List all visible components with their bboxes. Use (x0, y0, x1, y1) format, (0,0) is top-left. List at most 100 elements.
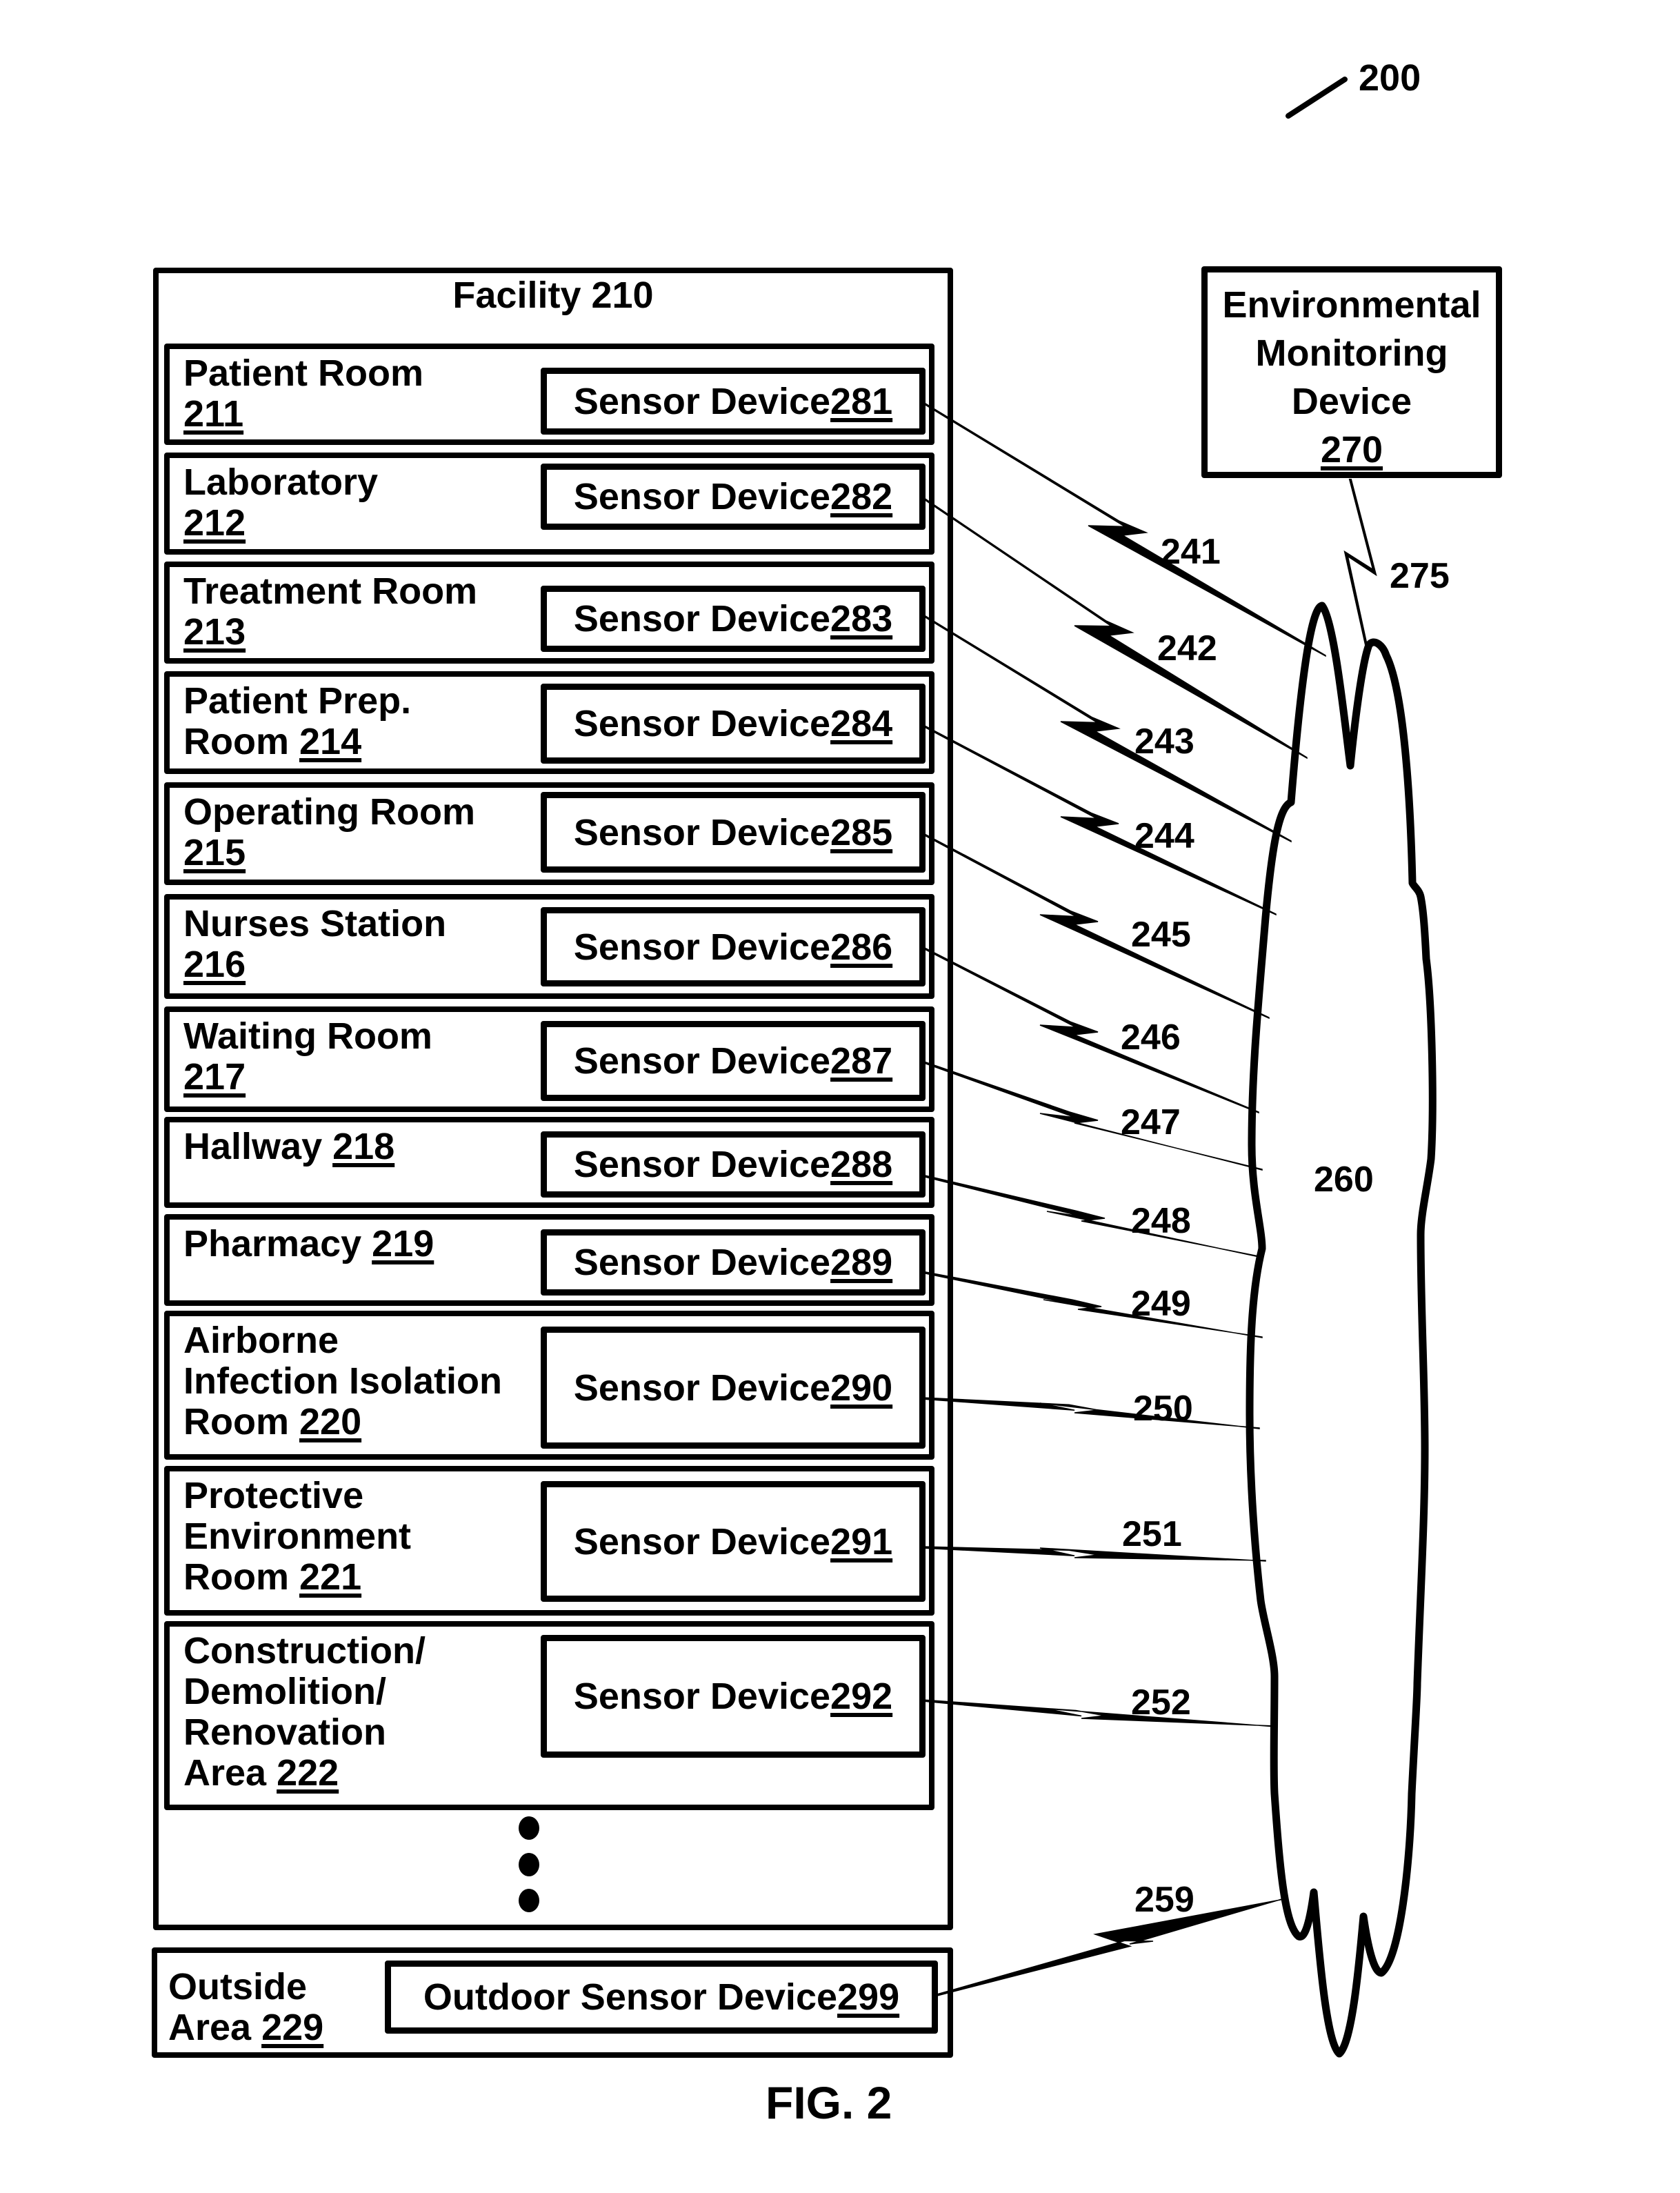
room-label: Construction/Demolition/Renovation Area 2… (183, 1630, 426, 1794)
figure-caption: FIG. 2 (766, 2077, 892, 2128)
facility-title: Facility 210 (452, 275, 654, 316)
outside-area-box[interactable]: Outside Area 229 Outdoor Sensor Device 2… (152, 1947, 953, 2058)
outside-area-ref: 229 (261, 2007, 324, 2048)
room-label: Patient Prep. Room 214 (183, 680, 412, 762)
emd-label-line-2: Monitoring (1255, 333, 1448, 374)
room-222[interactable]: Construction/Demolition/Renovation Area 2… (164, 1621, 934, 1810)
ellipsis-dot (519, 1853, 539, 1876)
sensor-device-282[interactable]: Sensor Device 282 (541, 464, 926, 530)
link-ref-251: 251 (1122, 1514, 1182, 1554)
sensor-ref: 284 (830, 703, 893, 744)
sensor-device-287[interactable]: Sensor Device 287 (541, 1021, 926, 1101)
link-ref-246: 246 (1121, 1018, 1181, 1058)
wireless-link-250 (921, 1397, 1260, 1429)
room-ref: 211 (183, 393, 244, 435)
room-214[interactable]: Patient Prep. Room 214 Sensor Device 284 (164, 671, 934, 774)
sensor-device-289[interactable]: Sensor Device 289 (541, 1229, 926, 1296)
sensor-ref: 285 (830, 811, 893, 853)
sensor-device-281[interactable]: Sensor Device 281 (541, 368, 926, 435)
outdoor-sensor-device[interactable]: Outdoor Sensor Device 299 (385, 1961, 938, 2034)
link-ref-259: 259 (1134, 1880, 1194, 1920)
emd-label-line-1: Environmental (1222, 284, 1481, 326)
facility-ref: 210 (591, 275, 654, 316)
wireless-link-246 (921, 945, 1259, 1114)
link-ref-242: 242 (1157, 628, 1217, 668)
sensor-ref: 286 (830, 926, 893, 968)
wireless-link-252 (921, 1699, 1275, 1727)
outdoor-sensor-ref: 299 (837, 1976, 900, 2018)
sensor-ref: 291 (830, 1520, 893, 1562)
room-label: Nurses Station 216 (183, 903, 447, 985)
sensor-ref: 290 (830, 1367, 893, 1409)
sensor-device-283[interactable]: Sensor Device 283 (541, 586, 926, 652)
room-label: Hallway 218 (183, 1126, 395, 1167)
ellipsis-dot (519, 1889, 539, 1912)
environmental-monitoring-device[interactable]: Environmental Monitoring Device 270 (1201, 266, 1502, 478)
room-ref: 221 (299, 1556, 362, 1598)
wireless-link-249 (921, 1271, 1263, 1338)
room-218[interactable]: Hallway 218 Sensor Device 288 (164, 1117, 934, 1208)
wireless-link-243 (921, 613, 1292, 843)
room-ref: 218 (332, 1126, 395, 1167)
sensor-ref: 281 (830, 380, 893, 422)
ellipsis-dot (519, 1816, 539, 1840)
room-220[interactable]: Airborne Infection Isolation Room 220 Senso… (164, 1311, 934, 1460)
wireless-link-248 (921, 1174, 1263, 1258)
sensor-ref: 292 (830, 1676, 893, 1717)
room-211[interactable]: Patient Room 211 Sensor Device 281 (164, 344, 934, 445)
room-ref: 213 (183, 611, 246, 653)
link-ref-243: 243 (1134, 722, 1194, 762)
link-ref-244: 244 (1134, 816, 1194, 856)
sensor-device-286[interactable]: Sensor Device 286 (541, 907, 926, 986)
room-215[interactable]: Operating Room 215 Sensor Device 285 (164, 782, 934, 885)
room-216[interactable]: Nurses Station 216 Sensor Device 286 (164, 894, 934, 999)
room-label: Patient Room 211 (183, 353, 424, 435)
wireless-link-251 (921, 1546, 1266, 1562)
link-ref-252: 252 (1131, 1683, 1191, 1723)
sensor-ref: 288 (830, 1144, 893, 1185)
wireless-link-245 (921, 831, 1270, 1020)
sensor-device-292[interactable]: Sensor Device 292 (541, 1635, 926, 1758)
link-ref-275: 275 (1390, 556, 1450, 596)
wireless-link-244 (921, 723, 1277, 916)
room-label: Laboratory 212 (183, 462, 379, 544)
figure-ref-number: 200 (1359, 57, 1421, 99)
link-ref-245: 245 (1131, 915, 1191, 955)
link-ref-247: 247 (1121, 1102, 1181, 1142)
room-label: Pharmacy 219 (183, 1223, 434, 1264)
sensor-device-291[interactable]: Sensor Device 291 (541, 1481, 926, 1602)
sensor-device-290[interactable]: Sensor Device 290 (541, 1327, 926, 1449)
room-219[interactable]: Pharmacy 219 Sensor Device 289 (164, 1214, 934, 1306)
wireless-link-275 (1343, 479, 1377, 646)
room-ref: 212 (183, 502, 246, 544)
room-221[interactable]: Protective Environment Room 221 Sensor Devi… (164, 1466, 934, 1616)
room-label: Treatment Room 213 (183, 570, 478, 653)
room-ref: 222 (277, 1752, 339, 1794)
room-label: Protective Environment Room 221 (183, 1475, 412, 1598)
room-ref: 219 (372, 1223, 434, 1264)
room-217[interactable]: Waiting Room 217 Sensor Device 287 (164, 1006, 934, 1112)
room-label: Airborne Infection Isolation Room 220 (183, 1320, 503, 1442)
room-ref: 215 (183, 832, 246, 873)
room-213[interactable]: Treatment Room 213 Sensor Device 283 (164, 562, 934, 664)
wireless-link-259 (934, 1897, 1285, 1997)
sensor-ref: 287 (830, 1040, 893, 1082)
network-ref: 260 (1314, 1160, 1374, 1200)
link-ref-248: 248 (1131, 1201, 1191, 1241)
sensor-device-285[interactable]: Sensor Device 285 (541, 792, 926, 873)
emd-ref: 270 (1320, 429, 1383, 470)
link-ref-249: 249 (1131, 1284, 1191, 1324)
sensor-device-288[interactable]: Sensor Device 288 (541, 1131, 926, 1198)
room-212[interactable]: Laboratory 212 Sensor Device 282 (164, 453, 934, 555)
wireless-link-247 (921, 1060, 1263, 1171)
room-ref: 217 (183, 1056, 246, 1098)
emd-label-line-3: Device (1291, 381, 1412, 422)
sensor-ref: 282 (830, 476, 893, 517)
room-label: Waiting Room 217 (183, 1015, 432, 1098)
sensor-device-284[interactable]: Sensor Device 284 (541, 684, 926, 764)
room-ref: 220 (299, 1401, 362, 1442)
sensor-ref: 289 (830, 1242, 893, 1283)
network-cloud-260[interactable] (1246, 602, 1437, 2058)
room-ref: 216 (183, 944, 246, 985)
link-ref-250: 250 (1133, 1389, 1193, 1429)
